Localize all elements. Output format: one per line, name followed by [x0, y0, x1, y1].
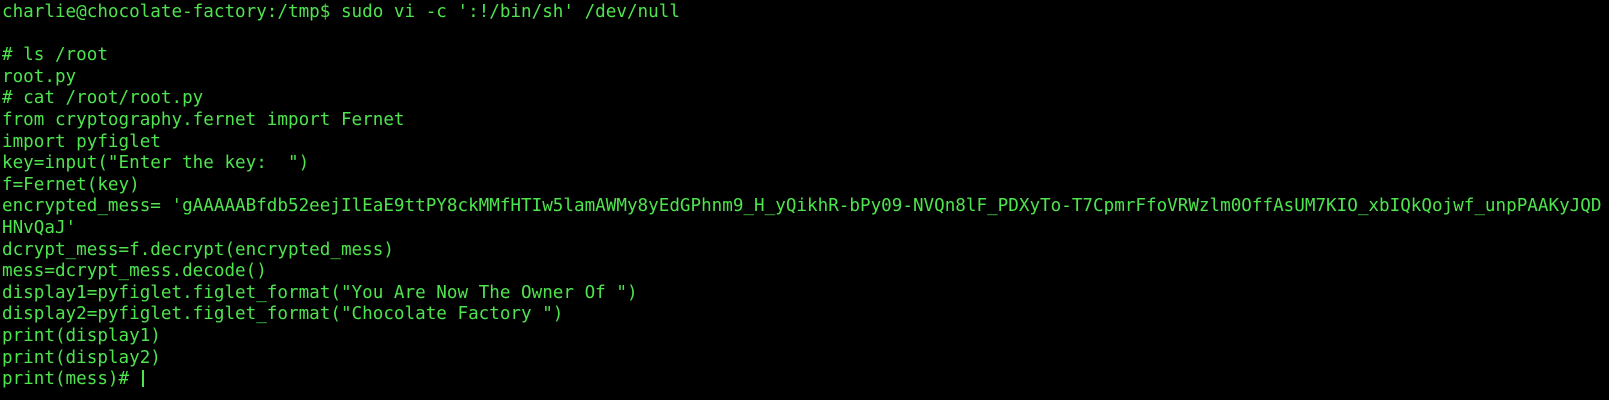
code-line-print-display1: print(display1): [2, 325, 161, 346]
code-line-encrypted-mess: encrypted_mess= 'gAAAAABfdb52eejIlEaE9tt…: [2, 196, 1602, 217]
terminal-line-ls-command: # ls /root: [2, 45, 108, 66]
code-line-import-fernet: from cryptography.fernet import Fernet: [2, 109, 405, 130]
code-line-decode: mess=dcrypt_mess.decode(): [2, 261, 267, 282]
terminal-line-ls-output: root.py: [2, 66, 77, 87]
code-line-print-display2: print(display2): [2, 347, 161, 368]
code-line-encrypted-mess-wrap: HNvQaJ': [2, 217, 77, 238]
code-line-display2: display2=pyfiglet.figlet_format("Chocola…: [2, 304, 564, 325]
terminal-line-cat-command: # cat /root/root.py: [2, 88, 204, 109]
text-cursor: [141, 370, 144, 388]
code-line-key-input: key=input("Enter the key: "): [2, 153, 310, 174]
code-line-import-pyfiglet: import pyfiglet: [2, 131, 161, 152]
prompt-text: print(mess)#: [2, 369, 140, 390]
terminal-line-sudo-command: charlie@chocolate-factory:/tmp$ sudo vi …: [2, 2, 680, 22]
code-line-fernet-init: f=Fernet(key): [2, 174, 140, 195]
code-line-print-mess-prompt[interactable]: print(mess)#: [2, 369, 1609, 391]
terminal-window[interactable]: charlie@chocolate-factory:/tmp$ sudo vi …: [0, 0, 1609, 400]
code-line-display1: display1=pyfiglet.figlet_format("You Are…: [2, 282, 638, 303]
code-line-decrypt: dcrypt_mess=f.decrypt(encrypted_mess): [2, 239, 394, 260]
